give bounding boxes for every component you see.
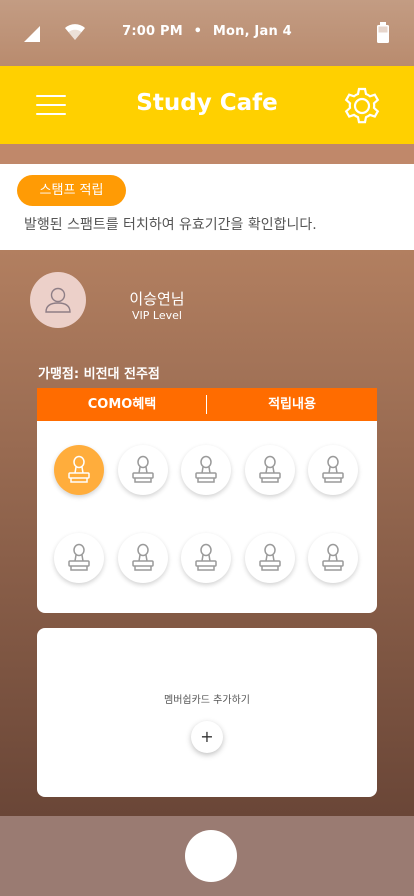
stamp-slot-empty[interactable] (308, 533, 358, 583)
status-date: Mon, Jan 4 (212, 24, 292, 39)
battery-icon (377, 22, 389, 43)
tab-stamp-history[interactable]: 적립내용 (207, 388, 377, 421)
user-name: 이승연님 (129, 290, 185, 308)
stamp-icon (68, 543, 90, 571)
membership-card-panel: 멤버쉽카드 추가하기 + (37, 628, 377, 797)
stamp-slot-empty[interactable] (308, 445, 358, 495)
app-bar: Study Cafe (0, 66, 414, 144)
user-avatar-icon (45, 287, 71, 313)
stamp-slot-empty[interactable] (181, 445, 231, 495)
stamp-card (37, 421, 377, 613)
main-content: 이승연님 VIP Level 가맹점: 비전대 전주점 COMO혜택 적립내용 … (0, 250, 414, 816)
tab-como-benefits[interactable]: COMO혜택 (37, 388, 207, 421)
stamp-description: 발행된 스팸트를 터치하여 유효기간을 확인합니다. (24, 217, 317, 233)
stamp-slot-empty[interactable] (117, 533, 168, 583)
stamp-icon (322, 455, 344, 483)
gear-icon[interactable] (342, 86, 382, 126)
add-membership-label: 멤버쉽카드 추가하기 (164, 695, 250, 706)
stamp-slot-empty[interactable] (244, 533, 295, 583)
tab-bar: COMO혜택 적립내용 (37, 388, 377, 421)
stamp-slot-empty[interactable] (117, 445, 168, 495)
stamp-icon (258, 455, 281, 483)
stamp-icon (258, 543, 281, 571)
status-separator: • (193, 24, 203, 39)
stamp-collect-badge: 스탬프 적립 (17, 175, 126, 206)
status-time: 7:00 PM (122, 24, 183, 39)
stamp-icon (68, 455, 90, 483)
header-band (0, 144, 414, 164)
stamp-icon (195, 455, 217, 483)
home-button[interactable] (185, 830, 237, 882)
bottom-navigation-bar (0, 816, 414, 896)
stamp-slot-empty[interactable] (181, 533, 231, 583)
stamp-icon (195, 543, 217, 571)
stamp-icon (322, 543, 344, 571)
stamp-info-panel: 스탬프 적립 발행된 스팸트를 터치하여 유효기간을 확인합니다. (0, 164, 414, 250)
user-level: VIP Level (132, 309, 182, 322)
stamp-icon (131, 455, 154, 483)
stamp-icon (131, 543, 154, 571)
status-bar: 7:00 PM • Mon, Jan 4 (0, 0, 414, 66)
stamp-slot-empty[interactable] (244, 445, 295, 495)
stamp-slot-empty[interactable] (54, 533, 104, 583)
add-membership-button[interactable]: + (191, 721, 223, 753)
store-name: 가맹점: 비전대 전주점 (38, 367, 160, 382)
user-avatar (30, 272, 86, 328)
stamp-slot-collected[interactable] (54, 445, 104, 495)
status-clock: 7:00 PM • Mon, Jan 4 (0, 24, 414, 39)
